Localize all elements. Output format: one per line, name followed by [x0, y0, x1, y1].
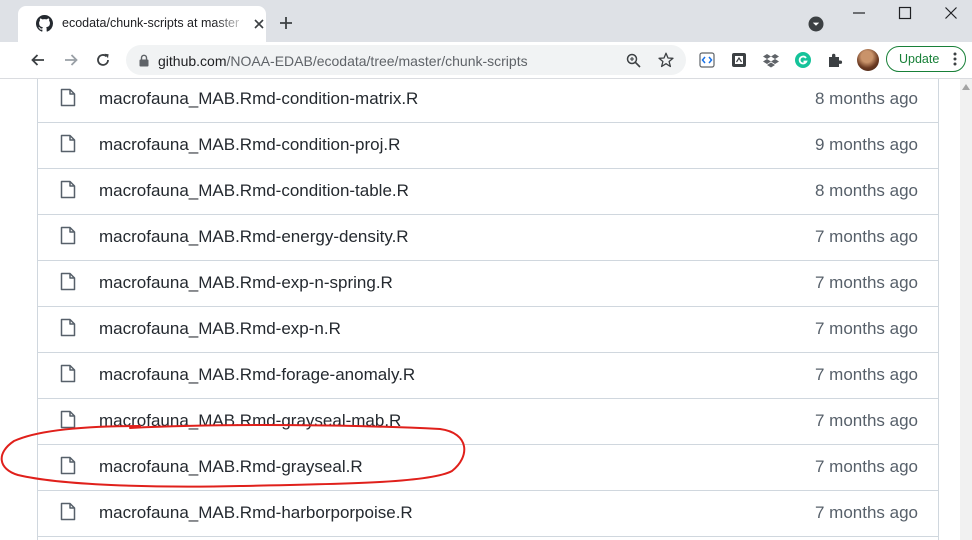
file-icon — [60, 318, 76, 337]
tab-search-icon[interactable] — [808, 16, 824, 32]
reload-icon[interactable] — [95, 52, 111, 68]
commit-age: 7 months ago — [814, 273, 918, 292]
update-button[interactable]: Update — [886, 46, 966, 72]
file-row[interactable]: macrofauna_MAB.Rmd-exp-n-spring.R 7 mont… — [38, 261, 938, 307]
file-name-link[interactable]: macrofauna_MAB.Rmd-energy-density.R — [99, 227, 409, 247]
file-name-link[interactable]: macrofauna_MAB.Rmd-condition-matrix.R — [99, 89, 418, 109]
extensions-puzzle-icon[interactable] — [826, 51, 844, 69]
url-text[interactable]: github.com/NOAA-EDAB/ecodata/tree/master… — [158, 53, 528, 69]
file-icon — [60, 134, 76, 153]
file-name-link[interactable]: macrofauna_MAB.Rmd-exp-n-spring.R — [99, 273, 393, 293]
url-host: github.com — [158, 53, 227, 69]
grammarly-icon[interactable] — [794, 51, 812, 69]
close-window-icon[interactable] — [944, 6, 958, 20]
lock-icon[interactable] — [138, 54, 150, 67]
url-path: /NOAA-EDAB/ecodata/tree/master/chunk-scr… — [226, 53, 528, 69]
commit-age: 7 months ago — [814, 411, 918, 430]
minimize-window-icon[interactable] — [852, 6, 866, 20]
file-name-link[interactable]: macrofauna_MAB.Rmd-forage-anomaly.R — [99, 365, 415, 385]
file-table: macrofauna_MAB.Rmd-condition-matrix.R 8 … — [37, 79, 939, 540]
profile-avatar[interactable] — [857, 49, 879, 71]
tab-title-fade — [214, 12, 248, 34]
file-row[interactable]: macrofauna_MAB.Rmd-condition-matrix.R 8 … — [38, 79, 938, 123]
file-row[interactable]: macrofauna_MAB.Rmd-energy-density.R 7 mo… — [38, 215, 938, 261]
more-menu-icon[interactable] — [953, 52, 957, 66]
file-row[interactable]: macrofauna_MAB.Rmd-forage-anomaly.R 7 mo… — [38, 353, 938, 399]
file-icon — [60, 364, 76, 383]
dropbox-icon[interactable] — [762, 51, 780, 69]
file-name-link[interactable]: macrofauna_MAB.Rmd-grayseal-mab.R — [99, 411, 401, 431]
file-icon — [60, 502, 76, 521]
new-tab-plus-icon[interactable] — [278, 15, 294, 31]
tab-strip: ecodata/chunk-scripts at master — [0, 0, 972, 42]
file-row[interactable]: macrofauna_MAB.Rmd-exp-n.R 7 months ago — [38, 307, 938, 353]
commit-age: 7 months ago — [814, 319, 918, 338]
file-row[interactable]: macrofauna_MAB.Rmd-harborporpoise.R 7 mo… — [38, 491, 938, 537]
close-tab-icon[interactable] — [252, 17, 266, 31]
back-arrow-icon[interactable] — [30, 52, 46, 68]
notes-extension-icon[interactable] — [730, 51, 748, 69]
file-row[interactable]: macrofauna_MAB.Rmd-grayseal-mab.R 7 mont… — [38, 399, 938, 445]
commit-age: 7 months ago — [814, 227, 918, 246]
file-row[interactable]: macrofauna_MAB.Rmd-grayseal.R 7 months a… — [38, 445, 938, 491]
file-name-link[interactable]: macrofauna_MAB.Rmd-harborporpoise.R — [99, 503, 413, 523]
file-icon — [60, 180, 76, 199]
page-scrollbar[interactable] — [960, 79, 972, 540]
commit-age: 7 months ago — [814, 457, 918, 476]
commit-age: 8 months ago — [814, 181, 918, 200]
file-icon — [60, 226, 76, 245]
file-icon — [60, 88, 76, 107]
file-name-link[interactable]: macrofauna_MAB.Rmd-grayseal.R — [99, 457, 363, 477]
file-icon — [60, 410, 76, 429]
commit-age: 8 months ago — [814, 89, 918, 108]
file-row[interactable]: macrofauna_MAB.Rmd-condition-table.R 8 m… — [38, 169, 938, 215]
code-extension-icon[interactable] — [698, 51, 716, 69]
commit-age: 9 months ago — [814, 135, 918, 154]
zoom-magnifier-icon[interactable] — [626, 53, 641, 68]
file-icon — [60, 272, 76, 291]
file-row[interactable]: macrofauna_MAB.Rmd-condition-proj.R 9 mo… — [38, 123, 938, 169]
github-icon — [36, 15, 53, 32]
maximize-window-icon[interactable] — [898, 6, 912, 20]
github-file-list-page: macrofauna_MAB.Rmd-condition-matrix.R 8 … — [0, 79, 960, 540]
bookmark-star-icon[interactable] — [658, 52, 674, 68]
address-bar[interactable]: github.com/NOAA-EDAB/ecodata/tree/master… — [126, 45, 686, 75]
forward-arrow-icon[interactable] — [63, 52, 79, 68]
commit-age: 7 months ago — [814, 503, 918, 522]
update-button-label: Update — [899, 52, 940, 66]
file-name-link[interactable]: macrofauna_MAB.Rmd-condition-table.R — [99, 181, 409, 201]
file-name-link[interactable]: macrofauna_MAB.Rmd-condition-proj.R — [99, 135, 400, 155]
commit-age: 7 months ago — [814, 365, 918, 384]
file-name-link[interactable]: macrofauna_MAB.Rmd-exp-n.R — [99, 319, 341, 339]
file-icon — [60, 456, 76, 475]
scroll-up-arrow-icon[interactable] — [962, 84, 970, 90]
browser-tab[interactable]: ecodata/chunk-scripts at master — [18, 6, 266, 42]
